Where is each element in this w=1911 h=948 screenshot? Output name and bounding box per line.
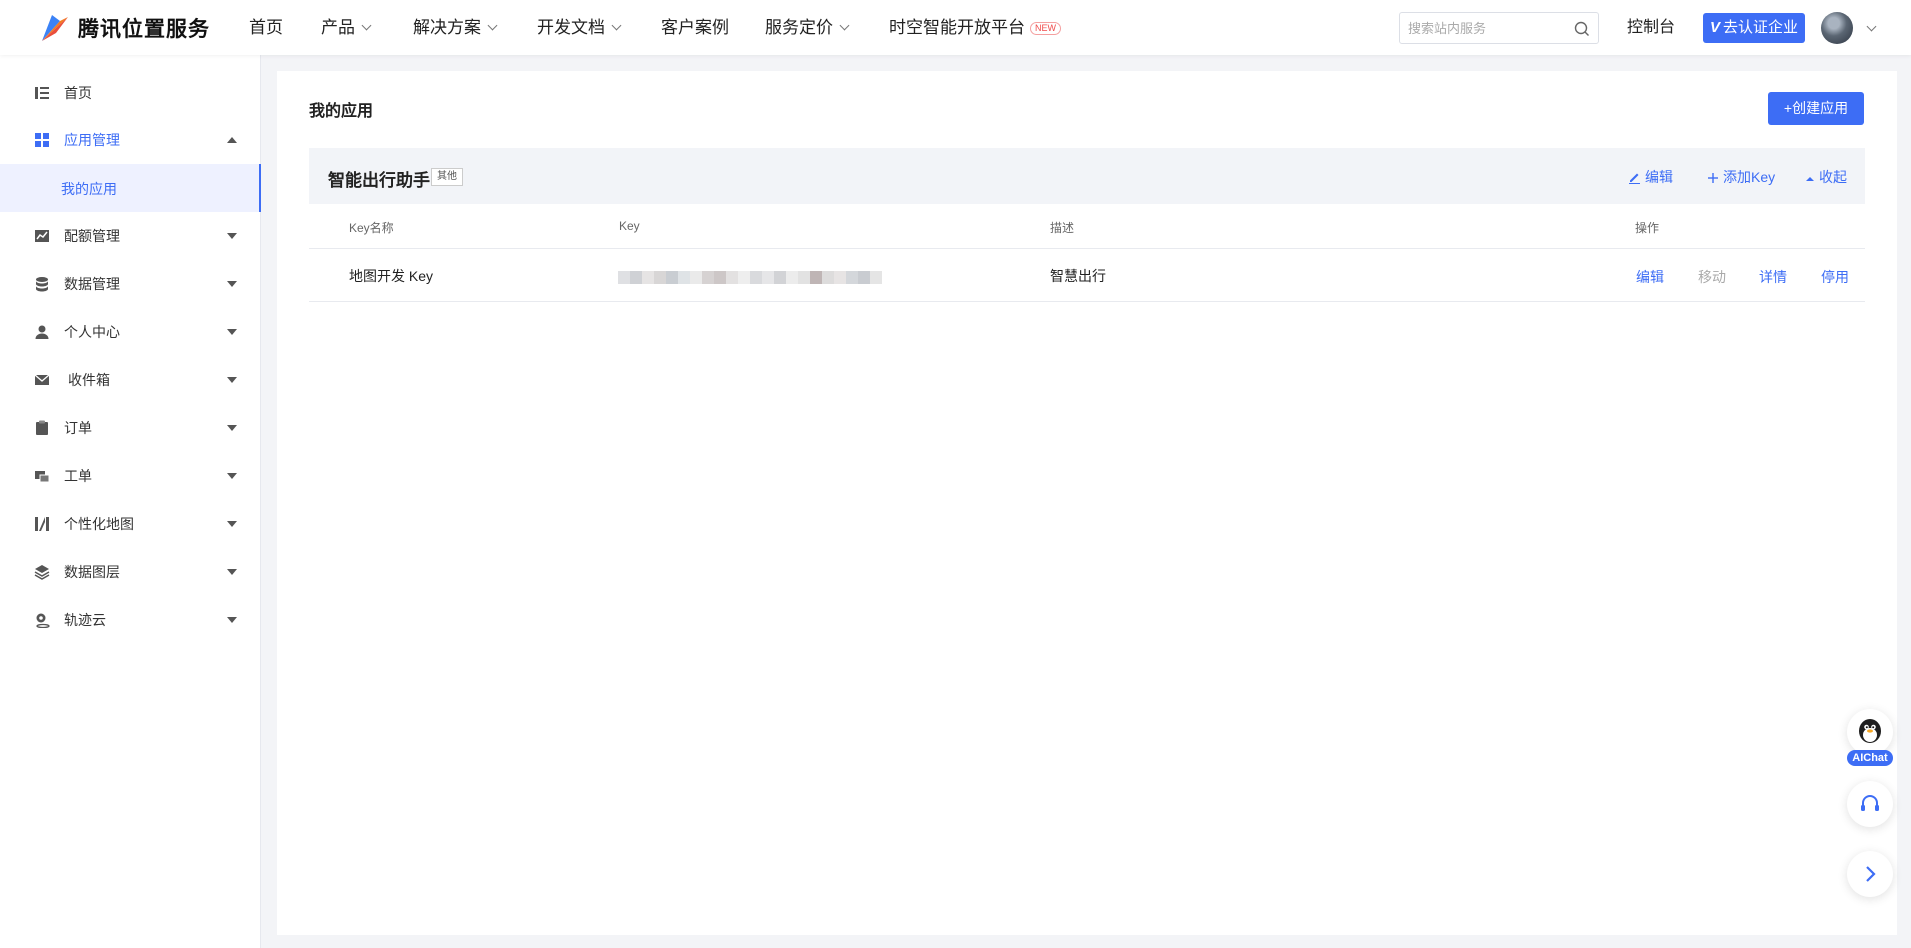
sidebar-item-inbox[interactable]: 收件箱: [0, 356, 261, 404]
verify-enterprise-button[interactable]: V 去认证企业: [1703, 13, 1805, 43]
caret-down-icon: [227, 569, 237, 575]
nav-docs[interactable]: 开发文档: [537, 0, 622, 55]
sidebar-item-data[interactable]: 数据管理: [0, 260, 261, 308]
chevron-down-icon: [487, 20, 498, 31]
user-icon: [35, 325, 49, 339]
chevron-down-icon[interactable]: [1866, 21, 1877, 32]
caret-down-icon: [227, 473, 237, 479]
create-app-button[interactable]: +创建应用: [1768, 92, 1864, 125]
sidebar: 首页 应用管理 我的应用 配额管理 数据管理 个人中心 收件箱 订单 工单 个性…: [0, 55, 261, 948]
search-icon[interactable]: [1574, 21, 1590, 37]
add-key-button[interactable]: 添加Key: [1707, 167, 1775, 187]
avatar[interactable]: [1821, 12, 1853, 44]
track-icon: [36, 613, 50, 628]
plus-icon: [1708, 173, 1718, 183]
caret-down-icon: [227, 329, 237, 335]
site-search: [1399, 12, 1599, 44]
layers-icon: [34, 565, 50, 580]
caret-down-icon: [227, 617, 237, 623]
desc-cell: 智慧出行: [1050, 268, 1106, 284]
clipboard-icon: [36, 420, 48, 435]
search-input[interactable]: [1400, 13, 1560, 43]
caret-up-icon: [1806, 177, 1814, 181]
headset-icon: [1861, 795, 1879, 811]
aichat-label[interactable]: AIChat: [1847, 750, 1893, 766]
new-badge: NEW: [1030, 22, 1061, 35]
col-key-name: Key名称: [349, 221, 394, 235]
sidebar-item-data-layers[interactable]: 数据图层: [0, 548, 261, 596]
console-link[interactable]: 控制台: [1627, 0, 1675, 55]
sidebar-item-quota[interactable]: 配额管理: [0, 212, 261, 260]
caret-down-icon: [227, 425, 237, 431]
chevron-down-icon: [839, 20, 850, 31]
caret-down-icon: [227, 281, 237, 287]
row-edit-link[interactable]: 编辑: [1636, 267, 1664, 287]
support-button[interactable]: [1847, 781, 1893, 827]
plus-icon: +: [1783, 100, 1793, 116]
grid-icon: [35, 133, 49, 147]
pencil-icon: [1629, 173, 1640, 184]
sidebar-item-home[interactable]: 首页: [0, 69, 261, 117]
ticket-icon: [35, 471, 50, 483]
database-icon: [36, 277, 48, 292]
list-icon: [35, 87, 49, 99]
sidebar-item-app-management[interactable]: 应用管理: [0, 116, 261, 164]
nav-home[interactable]: 首页: [249, 0, 283, 55]
caret-up-icon: [227, 137, 237, 143]
masked-key-value: [618, 271, 882, 284]
col-desc: 描述: [1050, 221, 1075, 235]
row-detail-link[interactable]: 详情: [1759, 267, 1787, 287]
app-name: 智能出行助手: [328, 171, 430, 190]
nav-products[interactable]: 产品: [321, 0, 372, 55]
col-key: Key: [619, 219, 640, 233]
sidebar-item-personal[interactable]: 个人中心: [0, 308, 261, 356]
sidebar-item-custom-map[interactable]: 个性化地图: [0, 500, 261, 548]
top-navbar: 腾讯位置服务 首页 产品 解决方案 开发文档 客户案例 服务定价 时空智能开放平…: [0, 0, 1911, 55]
row-disable-link[interactable]: 停用: [1821, 267, 1849, 287]
logo[interactable]: 腾讯位置服务: [38, 11, 210, 45]
nav-spatiotemporal-platform[interactable]: 时空智能开放平台 NEW: [889, 0, 1061, 55]
sidebar-item-tickets[interactable]: 工单: [0, 452, 261, 500]
collapse-button[interactable]: 收起: [1805, 167, 1847, 187]
app-group-header: 智能出行助手 其他 编辑 添加Key 收起: [309, 148, 1865, 204]
caret-down-icon: [227, 377, 237, 383]
edit-app-button[interactable]: 编辑: [1628, 167, 1673, 187]
logo-text: 腾讯位置服务: [78, 18, 210, 41]
expand-panel-button[interactable]: [1847, 851, 1893, 897]
nav-solutions[interactable]: 解决方案: [413, 0, 498, 55]
col-ops: 操作: [1635, 221, 1660, 235]
chevron-down-icon: [611, 20, 622, 31]
logo-icon: [38, 11, 72, 45]
table-header: Key名称 Key 描述 操作: [309, 204, 1865, 249]
main-panel: 我的应用 +创建应用 智能出行助手 其他 编辑 添加Key 收起 Key名称 K…: [277, 71, 1897, 935]
verify-mark-icon: V: [1709, 19, 1720, 36]
nav-pricing[interactable]: 服务定价: [765, 0, 850, 55]
row-move-link[interactable]: 移动: [1698, 267, 1726, 287]
sidebar-item-track-cloud[interactable]: 轨迹云: [0, 596, 261, 644]
page-title: 我的应用: [309, 103, 374, 120]
caret-down-icon: [227, 521, 237, 527]
chevron-down-icon: [361, 20, 372, 31]
app-tag: 其他: [431, 168, 463, 186]
mail-icon: [34, 374, 50, 385]
nav-cases[interactable]: 客户案例: [661, 0, 729, 55]
caret-down-icon: [227, 233, 237, 239]
table-row: 地图开发 Key 智慧出行 编辑 移动 详情 停用: [309, 249, 1865, 302]
sidebar-item-orders[interactable]: 订单: [0, 404, 261, 452]
key-name-cell: 地图开发 Key: [349, 268, 434, 284]
map-style-icon: [35, 517, 49, 531]
chevron-right-icon: [1866, 866, 1876, 882]
aichat-button[interactable]: [1847, 709, 1893, 755]
penguin-icon: [1859, 719, 1881, 743]
sidebar-subitem-my-apps[interactable]: 我的应用: [0, 164, 261, 212]
chart-icon: [35, 230, 49, 242]
